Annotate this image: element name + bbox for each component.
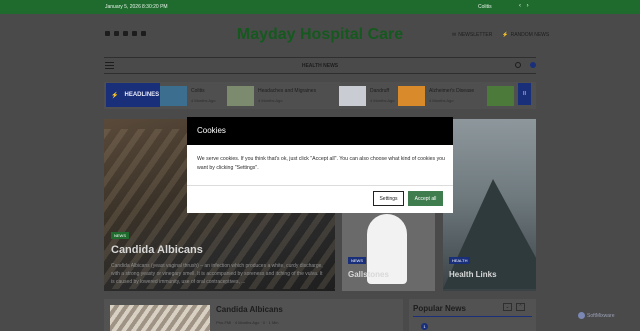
- cookie-settings-button[interactable]: Settings: [373, 191, 404, 206]
- cookie-dialog: Cookies We serve cookies. If you think t…: [187, 117, 453, 213]
- cookie-dialog-title: Cookies: [187, 117, 453, 145]
- watermark: SoftMixware: [578, 312, 615, 319]
- logo-icon: [578, 312, 585, 319]
- divider: [187, 185, 453, 186]
- accept-all-button[interactable]: Accept all: [408, 191, 443, 206]
- cookie-dialog-text: We serve cookies. If you think that's ok…: [197, 156, 445, 171]
